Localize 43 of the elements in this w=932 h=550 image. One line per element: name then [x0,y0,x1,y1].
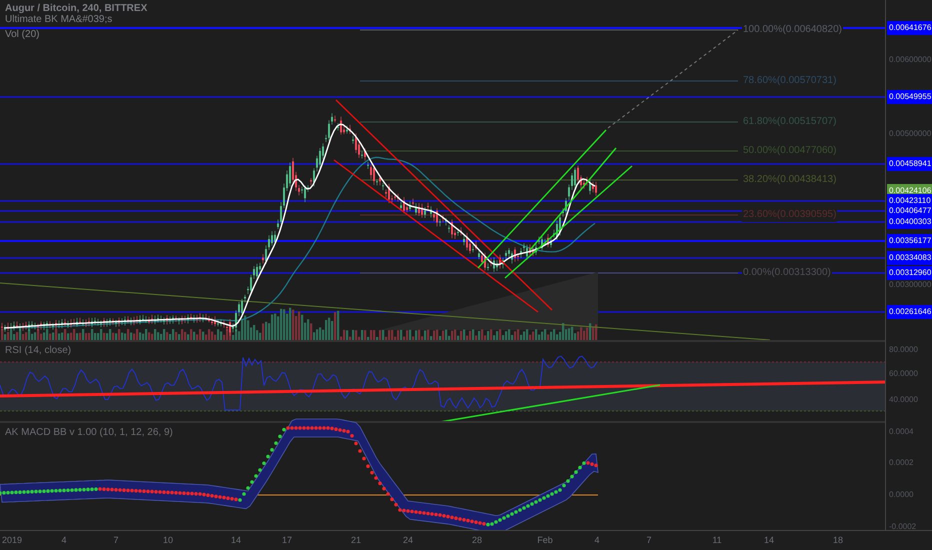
rsi-axis-label: 60.0000 [888,368,919,380]
legend-text: Ultimate BK MA&#039;s [5,14,114,25]
price-axis-label: 0.00356177 [887,234,932,248]
price-axis-label: 0.00261646 [887,305,932,319]
fib-level-label: 38.20%(0.00438413) [742,173,838,187]
price-axis-label: 0.00334083 [887,251,932,265]
legend-text: Vol (20) [5,29,40,40]
time-axis-label: 4 [593,535,600,545]
time-axis-label: Feb [536,535,554,545]
time-axis-label: 14 [762,535,775,545]
macd-axis-label: 0.0004 [888,426,914,438]
rsi-axis-label: 40.0000 [888,394,919,406]
fib-level-label: 100.00%(0.00640820) [742,23,843,37]
time-axis-label: 10 [162,535,174,545]
time-axis-label: 18 [832,535,844,545]
rsi-axis-label: 80.0000 [888,344,919,356]
time-axis-label: 24 [402,535,414,545]
fib-level-label: 0.00%(0.00313300) [742,266,832,280]
time-axis-label: 2019 [0,535,24,545]
fib-level-label: 23.60%(0.00390595) [742,208,838,222]
macd-axis-label: 0.0000 [888,489,914,501]
macd-title: AK MACD BB v 1.00 (10, 1, 12, 26, 9) [5,426,173,440]
time-axis-label: 14 [230,535,242,545]
time-axis-label: 28 [470,535,483,545]
time-axis-label: 7 [112,535,120,545]
time-axis-label: 21 [350,535,362,545]
time-axis-label: 7 [645,535,652,545]
price-axis-label: 0.00400303 [887,215,932,229]
time-axis-label: 11 [711,535,723,545]
price-axis-label: 0.00312960 [887,266,932,280]
fib-level-label: 78.60%(0.00570731) [742,74,838,88]
rsi-title: RSI (14, close) [5,344,72,358]
price-axis-label: 0.00600000 [888,54,932,66]
price-axis-label: 0.00549955 [887,90,932,104]
price-axis-label: 0.00458941 [887,157,932,171]
price-axis-label: 0.00300000 [888,279,932,291]
macd-axis-label: -0.0002 [888,521,918,533]
time-axis-label: 4 [60,535,68,545]
macd-axis-label: 0.0002 [888,457,914,469]
legend-text: Augur / Bitcoin, 240, BITTREX [5,3,148,14]
price-axis-label: 0.00641676 [887,21,932,35]
time-axis-label: 17 [280,535,293,545]
price-axis-label: 0.00500000 [888,128,932,140]
